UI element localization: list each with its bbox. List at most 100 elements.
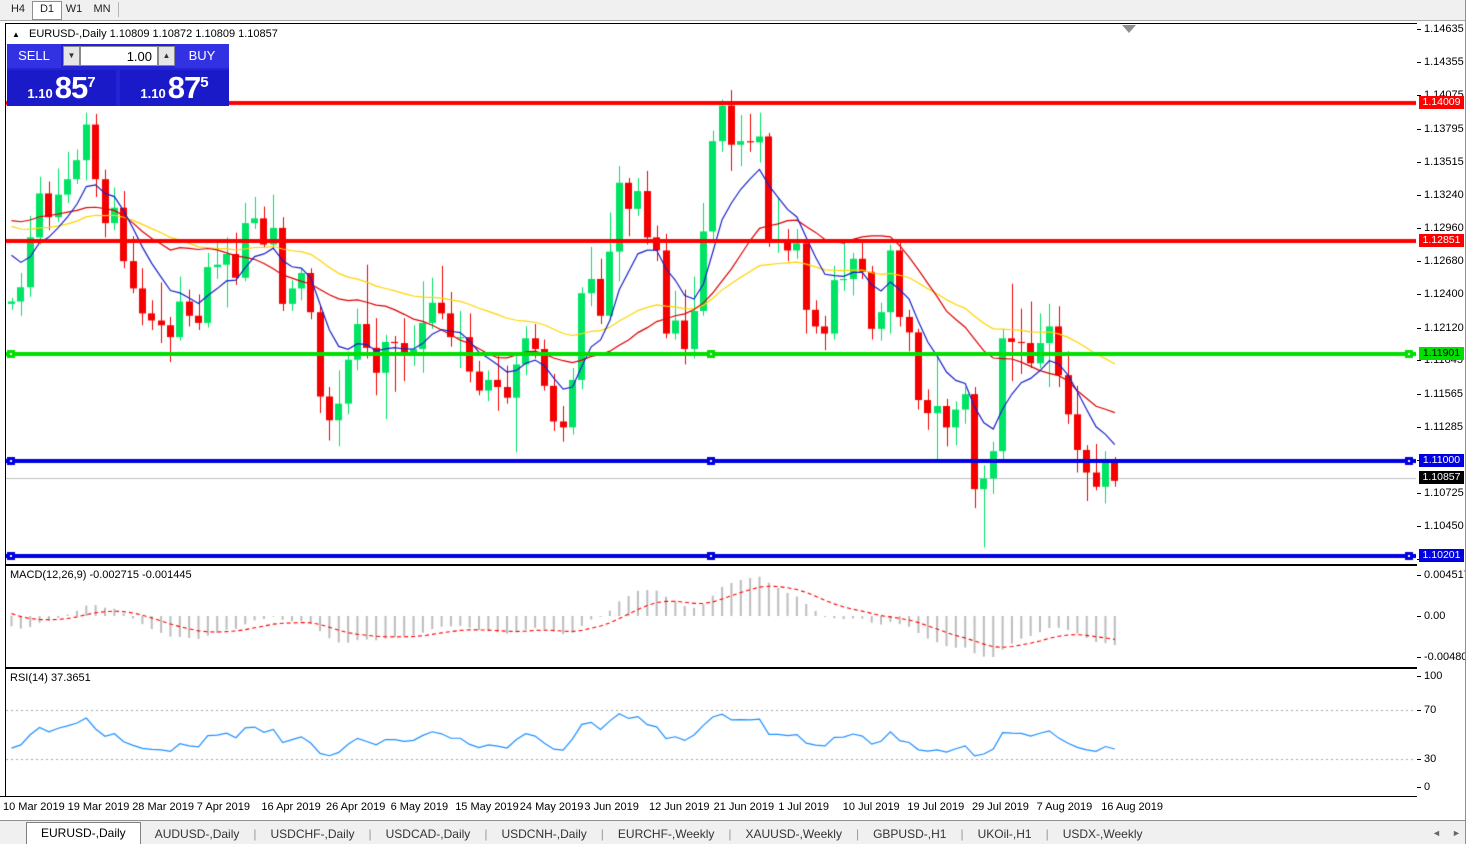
axis-tick <box>1417 129 1421 130</box>
sell-price-prefix: 1.10 <box>27 85 53 101</box>
buy-button[interactable]: BUY <box>175 44 229 68</box>
price-tick-label: 1.13795 <box>1424 123 1464 135</box>
timeframe-button-w1[interactable]: W1 <box>60 1 88 18</box>
date-tick-label: 6 May 2019 <box>390 801 449 813</box>
rsi-axis-label: 0 <box>1424 781 1431 793</box>
date-tick-label: 21 Jun 2019 <box>713 801 775 813</box>
tab-gbpusd-h1[interactable]: GBPUSD-,H1 <box>859 824 960 844</box>
macd-axis-label: 0.004517 <box>1424 569 1466 581</box>
price-tick-label: 1.12400 <box>1424 288 1464 300</box>
sell-price-sup: 7 <box>87 73 96 91</box>
timeframe-button-mn[interactable]: MN <box>88 1 116 18</box>
price-tick-label: 1.11565 <box>1424 388 1463 400</box>
collapse-chart-icon[interactable]: ▲ <box>12 30 20 39</box>
chart-title: EURUSD-,Daily <box>28 28 107 40</box>
tab-usdcnh-daily[interactable]: USDCNH-,Daily <box>487 824 600 844</box>
date-tick-label: 10 Jul 2019 <box>842 801 900 813</box>
current-price-label: 1.10857 <box>1419 471 1464 484</box>
time-axis[interactable]: 10 Mar 2019 19 Mar 2019 28 Mar 2019 7 Apr 2… <box>0 796 1417 820</box>
rsi-label: RSI(14) 37.3651 <box>10 672 91 684</box>
timeframe-toolbar: H4 D1 W1 MN <box>0 0 1465 21</box>
volume-decrease-icon[interactable]: ▼ <box>63 46 80 66</box>
price-tick-label: 1.11285 <box>1424 421 1463 433</box>
buy-price-prefix: 1.10 <box>140 85 166 101</box>
date-tick-label: 15 May 2019 <box>455 801 519 813</box>
timeframe-button-d1[interactable]: D1 <box>32 1 62 20</box>
volume-input[interactable] <box>80 46 158 66</box>
axis-tick <box>1417 787 1421 788</box>
axis-tick <box>1417 360 1421 361</box>
axis-tick <box>1417 328 1421 329</box>
axis-tick <box>1417 676 1421 677</box>
date-tick-label: 19 Mar 2019 <box>67 801 130 813</box>
chart-ohlc-readout: 1.10809 1.10872 1.10809 1.10857 <box>109 28 278 40</box>
tab-xauusd-weekly[interactable]: XAUUSD-,Weekly <box>731 824 855 844</box>
level-price-label: 1.10201 <box>1419 549 1464 562</box>
level-price-label: 1.11000 <box>1419 454 1464 467</box>
trading-terminal-window: H4 D1 W1 MN ▲ EURUSD-,Daily 1.10809 1.10872… <box>0 0 1466 844</box>
date-tick-label: 7 Aug 2019 <box>1036 801 1093 813</box>
axis-tick <box>1417 493 1421 494</box>
axis-tick <box>1417 657 1421 658</box>
macd-label: MACD(12,26,9) -0.002715 -0.001445 <box>10 569 192 581</box>
rsi-axis-label: 30 <box>1424 753 1437 765</box>
axis-tick <box>1417 261 1421 262</box>
sell-price-button[interactable]: 1.10 85 7 <box>7 70 116 106</box>
date-tick-label: 1 Jul 2019 <box>778 801 829 813</box>
date-tick-label: 10 Mar 2019 <box>3 801 65 813</box>
tab-audusd-daily[interactable]: AUDUSD-,Daily <box>141 824 254 844</box>
date-tick-label: 3 Jun 2019 <box>584 801 639 813</box>
macd-canvas[interactable] <box>6 566 1416 665</box>
date-tick-label: 19 Jul 2019 <box>907 801 965 813</box>
date-tick-label: 28 Mar 2019 <box>132 801 194 813</box>
tab-usdx-weekly[interactable]: USDX-,Weekly <box>1049 824 1157 844</box>
axis-tick <box>1417 526 1421 527</box>
axis-tick <box>1417 228 1421 229</box>
date-tick-label: 26 Apr 2019 <box>326 801 386 813</box>
price-tick-label: 1.10725 <box>1424 487 1464 499</box>
tab-usdchf-daily[interactable]: USDCHF-,Daily <box>257 824 369 844</box>
tab-ukoil-h1[interactable]: UKOil-,H1 <box>964 824 1046 844</box>
axis-tick <box>1417 710 1421 711</box>
price-tick-label: 1.10450 <box>1424 520 1464 532</box>
price-tick-label: 1.13515 <box>1424 156 1464 168</box>
tab-eurchf-weekly[interactable]: EURCHF-,Weekly <box>604 824 728 844</box>
axis-tick <box>1417 616 1421 617</box>
tab-eurusd-daily[interactable]: EURUSD-,Daily <box>26 822 141 844</box>
axis-tick <box>1417 575 1421 576</box>
date-tick-label: 29 Jul 2019 <box>972 801 1029 813</box>
level-price-label: 1.11901 <box>1419 347 1464 360</box>
chart-title-row: ▲ EURUSD-,Daily 1.10809 1.10872 1.10809 … <box>12 28 278 40</box>
axis-tick <box>1417 759 1421 760</box>
date-tick-label: 24 May 2019 <box>519 801 584 813</box>
chart-window: ▲ EURUSD-,Daily 1.10809 1.10872 1.10809 … <box>0 21 1466 820</box>
level-price-label: 1.14009 <box>1419 96 1464 109</box>
axis-tick <box>1417 29 1421 30</box>
axis-tick <box>1417 195 1421 196</box>
sell-button[interactable]: SELL <box>7 44 61 68</box>
volume-increase-icon[interactable]: ▲ <box>158 46 175 66</box>
scroll-to-end-marker-icon[interactable] <box>1122 25 1136 33</box>
axis-tick <box>1417 162 1421 163</box>
tabs-scroll-left-icon[interactable]: ◄ <box>1432 828 1441 838</box>
date-tick-label: 16 Aug 2019 <box>1101 801 1163 813</box>
price-tick-label: 1.12680 <box>1424 255 1464 267</box>
chart-tabs: EURUSD-,Daily AUDUSD-,Daily | USDCHF-,Daily… <box>26 821 1157 844</box>
tab-usdcad-daily[interactable]: USDCAD-,Daily <box>372 824 485 844</box>
sell-price-big: 85 <box>54 70 88 105</box>
tabs-scroll-right-icon[interactable]: ► <box>1452 828 1461 838</box>
rsi-axis-label: 70 <box>1424 704 1437 716</box>
axis-tick <box>1417 394 1421 395</box>
price-axis[interactable]: 1.14635 1.14355 1.14075 1.13795 1.13515 1.132… <box>1417 21 1466 820</box>
date-tick-label: 7 Apr 2019 <box>196 801 251 813</box>
rsi-canvas[interactable] <box>6 669 1416 794</box>
date-tick-label: 16 Apr 2019 <box>261 801 321 813</box>
buy-price-button[interactable]: 1.10 87 5 <box>120 70 229 106</box>
rsi-axis-label: 100 <box>1424 670 1443 682</box>
buy-price-sup: 5 <box>200 73 209 91</box>
macd-axis-label: -0.004806 <box>1424 651 1465 663</box>
axis-tick <box>1417 427 1421 428</box>
macd-axis-label: 0.00 <box>1424 610 1446 622</box>
timeframe-button-h4[interactable]: H4 <box>4 1 32 18</box>
date-tick-label: 12 Jun 2019 <box>649 801 710 813</box>
